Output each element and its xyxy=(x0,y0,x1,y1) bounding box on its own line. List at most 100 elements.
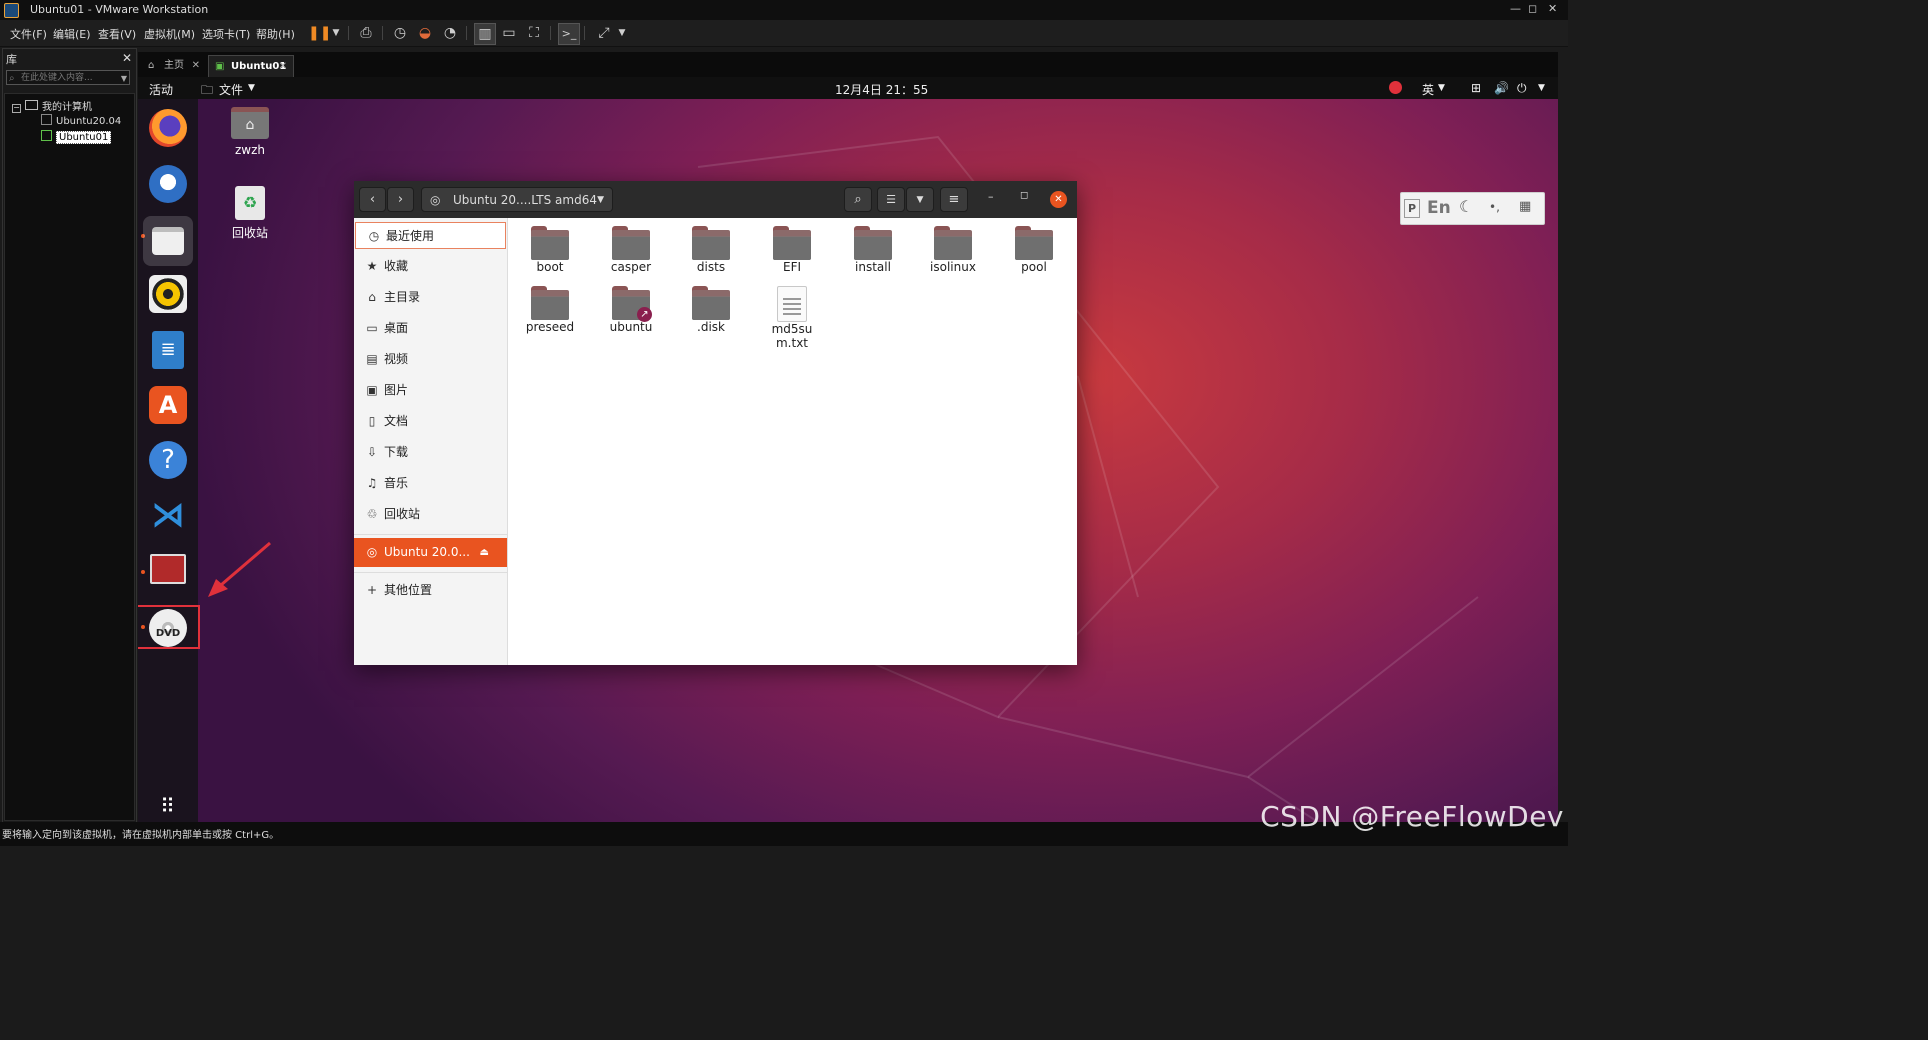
chevron-down-icon[interactable]: ▼ xyxy=(248,83,255,93)
folder-icon xyxy=(692,226,730,260)
sidebar-item-starred[interactable]: ★ 收藏 xyxy=(354,253,507,280)
sidebar-item-desktop[interactable]: ▭ 桌面 xyxy=(354,315,507,342)
file-item-ubuntu[interactable]: ↗ ubuntu xyxy=(591,286,671,334)
chevron-down-icon[interactable]: ▼ xyxy=(1438,83,1445,93)
file-item-casper[interactable]: casper xyxy=(591,226,671,274)
ime-toolbar[interactable]: P En ☾ •, ▦ xyxy=(1400,192,1545,225)
view-options-button[interactable]: ▼ xyxy=(906,187,934,212)
menu-help[interactable]: 帮助(H) xyxy=(256,26,295,42)
desktop-home-folder[interactable]: ⌂ zwzh xyxy=(220,107,280,157)
punctuation-icon[interactable]: •, xyxy=(1489,200,1500,214)
software-center-icon[interactable]: A xyxy=(149,386,187,424)
fullscreen-icon[interactable]: ⛶ xyxy=(524,23,544,43)
location-button[interactable]: ◎ Ubuntu 20....LTS amd64 ▼ xyxy=(421,187,613,212)
tab-ubuntu01[interactable]: ▣ Ubuntu01 ✕ xyxy=(208,55,294,77)
desktop-trash[interactable]: ♻ 回收站 xyxy=(220,186,280,241)
file-item-isolinux[interactable]: isolinux xyxy=(913,226,993,274)
thunderbird-icon[interactable] xyxy=(149,165,187,203)
sidebar-item-videos[interactable]: ▤ 视频 xyxy=(354,346,507,373)
file-item-preseed[interactable]: preseed xyxy=(510,286,590,334)
sidebar-item-music[interactable]: ♫ 音乐 xyxy=(354,470,507,497)
menu-view[interactable]: 查看(V) xyxy=(98,26,136,42)
back-button[interactable]: ‹ xyxy=(359,187,386,212)
close-button[interactable]: ✕ xyxy=(1548,2,1557,15)
single-view-icon[interactable]: ▭ xyxy=(499,23,519,43)
chevron-down-icon[interactable]: ▼ xyxy=(612,23,632,43)
sidebar-item-recent[interactable]: ◷ 最近使用 xyxy=(355,222,506,249)
file-item-boot[interactable]: boot xyxy=(510,226,590,274)
firefox-icon[interactable] xyxy=(149,109,187,147)
maximize-button[interactable]: ◻ xyxy=(1528,2,1537,15)
collapse-icon[interactable]: − xyxy=(12,104,21,113)
sidebar-item-other-locations[interactable]: + 其他位置 xyxy=(354,577,507,604)
vscode-icon[interactable]: ⋊ xyxy=(149,496,187,534)
tree-item-ubuntu01[interactable]: Ubuntu01 xyxy=(41,130,112,144)
grid-icon[interactable]: ▦ xyxy=(1519,199,1531,214)
search-button[interactable]: ⌕ xyxy=(844,187,872,212)
ime-language-label[interactable]: En xyxy=(1427,198,1451,218)
minimize-button[interactable]: — xyxy=(1510,2,1521,15)
tree-root[interactable]: − 我的计算机 xyxy=(12,98,92,113)
menu-edit[interactable]: 编辑(E) xyxy=(53,26,91,42)
moon-icon[interactable]: ☾ xyxy=(1459,197,1473,216)
files-app-menu-icon[interactable]: 🗀 xyxy=(201,81,213,102)
send-ctrl-alt-del-icon[interactable]: ⎙ xyxy=(356,23,376,43)
snapshot-icon[interactable]: ◷ xyxy=(390,23,410,43)
file-item-install[interactable]: install xyxy=(833,226,913,274)
files-icon[interactable] xyxy=(143,216,193,266)
volume-icon[interactable]: 🔊 xyxy=(1494,81,1509,95)
tab-home[interactable]: ⌂ 主页 ✕ xyxy=(142,55,206,77)
writer-icon[interactable]: ≣ xyxy=(152,331,184,369)
app-menu-button[interactable]: 文件 xyxy=(219,81,243,98)
minimize-button[interactable]: – xyxy=(988,190,994,203)
chevron-down-icon[interactable]: ▼ xyxy=(326,23,346,43)
file-item-dists[interactable]: dists xyxy=(671,226,751,274)
chevron-down-icon[interactable]: ▼ xyxy=(597,188,604,212)
system-monitor-icon[interactable] xyxy=(150,554,186,584)
menu-button[interactable]: ≡ xyxy=(940,187,968,212)
sidebar-item-downloads[interactable]: ⇩ 下载 xyxy=(354,439,507,466)
show-applications-icon[interactable]: ⠿ xyxy=(149,787,187,822)
menu-file[interactable]: 文件(F) xyxy=(10,26,47,42)
sidebar-item-documents[interactable]: ▯ 文档 xyxy=(354,408,507,435)
console-icon[interactable]: >_ xyxy=(558,23,580,45)
vm-screen[interactable]: 活动 🗀 文件 ▼ 12月4日 21：55 英 ▼ ⊞ 🔊 ⏻ ▼ ≣ A ? … xyxy=(138,77,1558,822)
close-icon[interactable]: ✕ xyxy=(122,51,132,65)
sidebar-item-home[interactable]: ⌂ 主目录 xyxy=(354,284,507,311)
rhythmbox-icon[interactable] xyxy=(149,275,187,313)
close-icon[interactable]: ✕ xyxy=(279,56,287,78)
tree-item-ubuntu2004[interactable]: Ubuntu20.04 xyxy=(41,114,121,127)
do-not-disturb-icon[interactable] xyxy=(1389,81,1402,94)
menu-vm[interactable]: 虚拟机(M) xyxy=(144,26,195,42)
list-view-button[interactable]: ☰ xyxy=(877,187,905,212)
power-icon[interactable]: ⏻ xyxy=(1517,81,1527,96)
chevron-down-icon[interactable]: ▼ xyxy=(1538,83,1545,93)
clock[interactable]: 12月4日 21：55 xyxy=(835,81,928,98)
chevron-down-icon[interactable]: ▼ xyxy=(121,71,127,86)
input-method-indicator[interactable]: 英 xyxy=(1422,81,1434,98)
close-icon[interactable]: ✕ xyxy=(192,55,200,77)
snapshot-manager-icon[interactable]: ◔ xyxy=(440,23,460,43)
file-item-md5sum[interactable]: md5sum.txt xyxy=(752,286,832,350)
sidebar-item-trash[interactable]: ♲ 回收站 xyxy=(354,501,507,528)
forward-button[interactable]: › xyxy=(387,187,414,212)
stretch-icon[interactable]: ⤢ xyxy=(594,23,614,43)
menu-tabs[interactable]: 选项卡(T) xyxy=(202,26,250,42)
sidebar-item-label: 回收站 xyxy=(384,507,421,521)
library-view-icon[interactable]: ▥ xyxy=(474,23,496,45)
maximize-button[interactable]: ◻ xyxy=(1020,190,1028,201)
activities-button[interactable]: 活动 xyxy=(149,81,173,98)
file-item-disk[interactable]: .disk xyxy=(671,286,751,334)
network-icon[interactable]: ⊞ xyxy=(1471,81,1481,95)
tree-root-label: 我的计算机 xyxy=(42,102,92,113)
revert-snapshot-icon[interactable]: ◒ xyxy=(415,23,435,43)
file-item-pool[interactable]: pool xyxy=(994,226,1074,274)
library-search-input[interactable]: ⌕ 在此处键入内容... ▼ xyxy=(6,70,130,85)
close-button[interactable]: ✕ xyxy=(1050,191,1067,208)
help-icon[interactable]: ? xyxy=(149,441,187,479)
sidebar-item-pictures[interactable]: ▣ 图片 xyxy=(354,377,507,404)
pause-icon[interactable]: ❚❚ xyxy=(308,23,331,43)
sidebar-item-mounted-dvd[interactable]: ◎ Ubuntu 20.0... ⏏ xyxy=(354,538,507,567)
eject-icon[interactable]: ⏏ xyxy=(480,538,489,567)
file-item-efi[interactable]: EFI xyxy=(752,226,832,274)
